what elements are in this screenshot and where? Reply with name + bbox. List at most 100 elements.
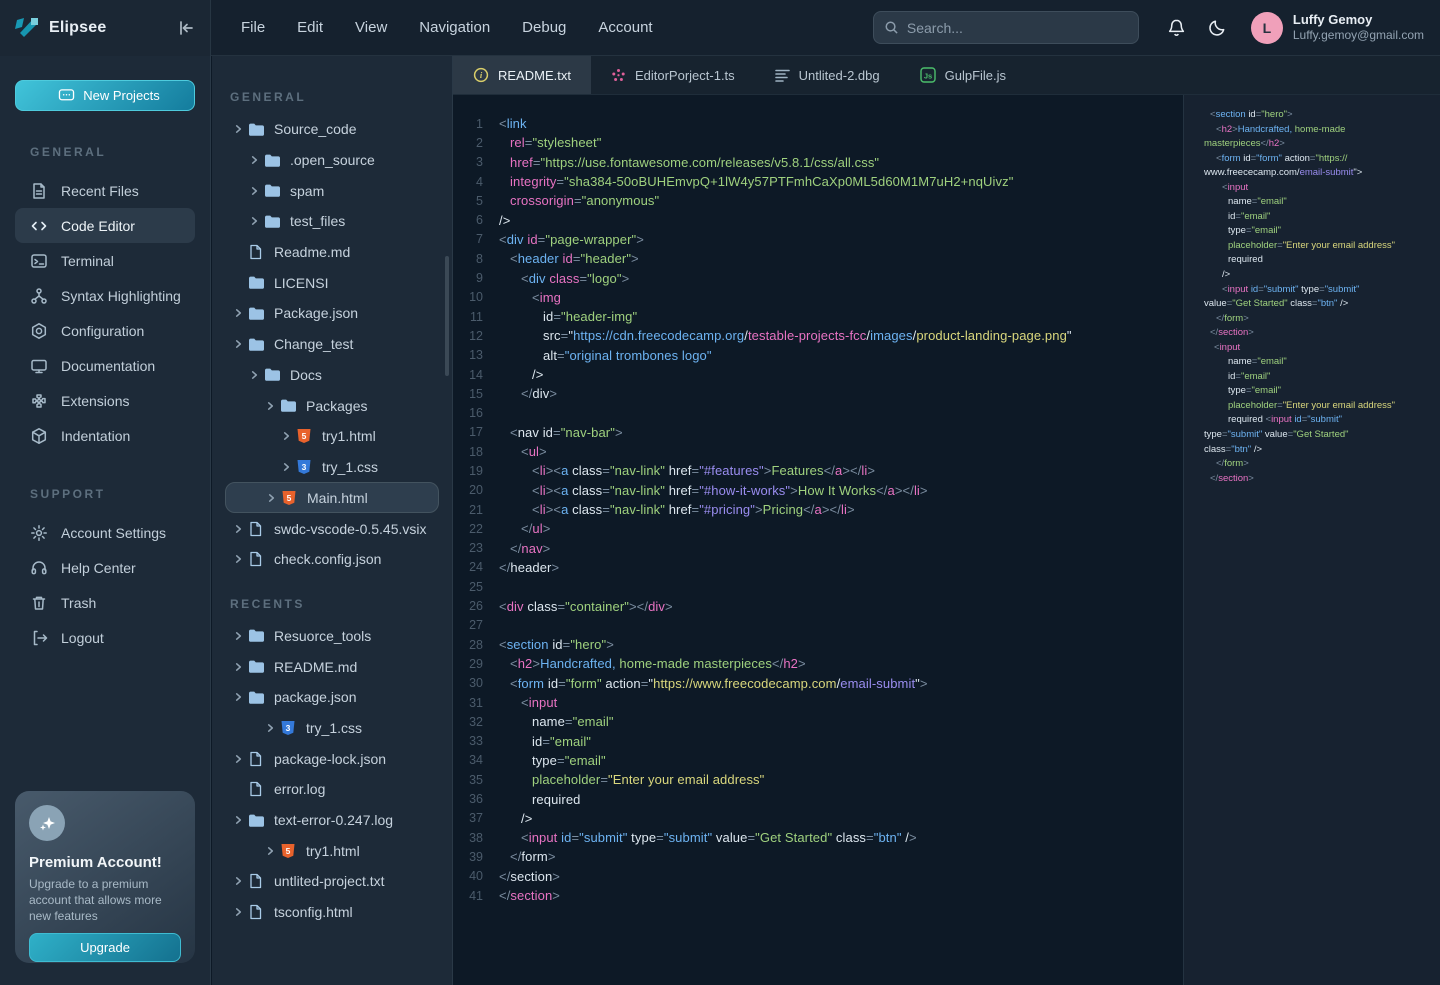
menu-item-navigation[interactable]: Navigation xyxy=(403,11,506,44)
minimap[interactable]: <section id="hero"><h2>Handcrafted, home… xyxy=(1183,95,1440,985)
tree-item-check.config.json[interactable]: check.config.json xyxy=(212,544,452,575)
chevron-right-icon[interactable] xyxy=(262,846,278,856)
sidebar-item-trash[interactable]: Trash xyxy=(15,585,195,620)
tree-item-test_files[interactable]: test_files xyxy=(212,206,452,237)
tree-item-try1.html[interactable]: 5try1.html xyxy=(212,835,452,866)
sidebar-item-code-editor[interactable]: Code Editor xyxy=(15,208,195,243)
tree-item-label: Change_test xyxy=(274,336,353,352)
tree-item-try1.html[interactable]: 5try1.html xyxy=(212,421,452,452)
chevron-right-icon[interactable] xyxy=(230,631,246,641)
chevron-right-icon[interactable] xyxy=(262,401,278,411)
code-editor[interactable]: 1<link2rel="stylesheet"3href="https://us… xyxy=(453,95,1183,985)
minimap-line: type="email" xyxy=(1204,385,1440,400)
tree-item-error.log[interactable]: error.log xyxy=(212,774,452,805)
chevron-right-icon[interactable] xyxy=(230,554,246,564)
chevron-right-icon[interactable] xyxy=(246,155,262,165)
tree-item-package-lock.json[interactable]: package-lock.json xyxy=(212,743,452,774)
chevron-right-icon[interactable] xyxy=(278,462,294,472)
tab-untlited-2-dbg[interactable]: Untlited-2.dbg xyxy=(755,56,900,94)
line-number: 33 xyxy=(453,734,483,748)
sidebar-item-terminal[interactable]: Terminal xyxy=(15,243,195,278)
tree-item-tsconfig.html[interactable]: tsconfig.html xyxy=(212,897,452,928)
folder-icon xyxy=(264,153,281,168)
chevron-right-icon[interactable] xyxy=(230,308,246,318)
tree-item-resuorce_tools[interactable]: Resuorce_tools xyxy=(212,621,452,652)
tree-item-packages[interactable]: Packages xyxy=(212,390,452,421)
menu-item-view[interactable]: View xyxy=(339,11,403,44)
sidebar-item-logout[interactable]: Logout xyxy=(15,620,195,655)
notifications-bell-icon[interactable] xyxy=(1161,12,1192,44)
tree-item-label: Packages xyxy=(306,398,367,414)
chevron-right-icon[interactable] xyxy=(230,124,246,134)
tree-item-.open_source[interactable]: .open_source xyxy=(212,145,452,176)
tree-item-try_1.css[interactable]: 3try_1.css xyxy=(212,452,452,483)
search-input[interactable] xyxy=(907,20,1107,36)
chevron-right-icon[interactable] xyxy=(263,493,279,503)
sidebar-item-help-center[interactable]: Help Center xyxy=(15,550,195,585)
chevron-right-icon[interactable] xyxy=(230,754,246,764)
tree-item-label: try_1.css xyxy=(306,720,362,736)
premium-title: Premium Account! xyxy=(29,854,181,871)
tree-item-swdc-vscode-0.5.45.vsix[interactable]: swdc-vscode-0.5.45.vsix xyxy=(212,513,452,544)
sidebar-item-indentation[interactable]: Indentation xyxy=(15,418,195,453)
sparkle-icon xyxy=(29,805,65,841)
upgrade-button[interactable]: Upgrade xyxy=(29,933,181,962)
line-number: 34 xyxy=(453,753,483,767)
chevron-right-icon[interactable] xyxy=(262,723,278,733)
new-projects-button[interactable]: New Projects xyxy=(15,80,195,111)
sidebar-item-documentation[interactable]: Documentation xyxy=(15,348,195,383)
chevron-right-icon[interactable] xyxy=(230,524,246,534)
menu-item-edit[interactable]: Edit xyxy=(281,11,339,44)
tree-item-source_code[interactable]: Source_code xyxy=(212,114,452,145)
sidebar-item-label: Code Editor xyxy=(61,218,135,234)
tree-scrollbar[interactable] xyxy=(445,256,449,376)
sidebar-item-syntax-highlighting[interactable]: Syntax Highlighting xyxy=(15,278,195,313)
search-box[interactable] xyxy=(873,11,1139,44)
chevron-right-icon[interactable] xyxy=(230,907,246,917)
tree-item-readme.md[interactable]: Readme.md xyxy=(212,237,452,268)
sidebar-item-extensions[interactable]: Extensions xyxy=(15,383,195,418)
tab-gulpfile-js[interactable]: JsGulpFile.js xyxy=(900,56,1026,94)
sidebar-item-configuration[interactable]: Configuration xyxy=(15,313,195,348)
tree-item-change_test[interactable]: Change_test xyxy=(212,329,452,360)
menu-item-debug[interactable]: Debug xyxy=(506,11,582,44)
avatar[interactable]: L xyxy=(1251,12,1283,44)
sidebar-item-recent-files[interactable]: Recent Files xyxy=(15,173,195,208)
tab-editorporject-1-ts[interactable]: EditorPorject-1.ts xyxy=(591,56,755,94)
menu-item-file[interactable]: File xyxy=(225,11,281,44)
chevron-right-icon[interactable] xyxy=(230,662,246,672)
chevron-right-icon[interactable] xyxy=(230,876,246,886)
tree-item-readme.md[interactable]: README.md xyxy=(212,651,452,682)
minimap-line: www.freececamp.com/email-submit"> xyxy=(1204,167,1440,182)
code-line: 11id="header-img" xyxy=(453,307,1183,326)
tree-item-label: package-lock.json xyxy=(274,751,386,767)
minimap-line: masterpieces</h2> xyxy=(1204,138,1440,153)
chevron-right-icon[interactable] xyxy=(246,216,262,226)
chevron-right-icon[interactable] xyxy=(230,339,246,349)
collapse-sidebar-icon[interactable] xyxy=(176,18,196,38)
code-line: 2rel="stylesheet" xyxy=(453,133,1183,152)
chevron-right-icon[interactable] xyxy=(246,186,262,196)
dark-mode-moon-icon[interactable] xyxy=(1202,12,1233,43)
tree-item-licensi[interactable]: LICENSI xyxy=(212,267,452,298)
tree-item-package.json[interactable]: package.json xyxy=(212,682,452,713)
tree-item-docs[interactable]: Docs xyxy=(212,360,452,391)
tree-item-text-error-0.247.log[interactable]: text-error-0.247.log xyxy=(212,805,452,836)
tree-item-package.json[interactable]: Package.json xyxy=(212,298,452,329)
tree-item-try_1.css[interactable]: 3try_1.css xyxy=(212,713,452,744)
line-number: 5 xyxy=(453,194,483,208)
line-number: 23 xyxy=(453,541,483,555)
line-number: 27 xyxy=(453,618,483,632)
tree-item-spam[interactable]: spam xyxy=(212,175,452,206)
chevron-right-icon[interactable] xyxy=(230,815,246,825)
chevron-right-icon[interactable] xyxy=(230,692,246,702)
sidebar-item-account-settings[interactable]: Account Settings xyxy=(15,515,195,550)
tab-readme-txt[interactable]: iREADME.txt xyxy=(453,56,591,94)
chevron-right-icon[interactable] xyxy=(278,431,294,441)
tree-item-untlited-project.txt[interactable]: untlited-project.txt xyxy=(212,866,452,897)
menu-item-account[interactable]: Account xyxy=(582,11,668,44)
chevron-right-icon[interactable] xyxy=(246,370,262,380)
tree-item-main.html[interactable]: 5Main.html xyxy=(225,482,439,513)
file-icon xyxy=(248,873,265,889)
code-text: /> xyxy=(499,811,532,826)
